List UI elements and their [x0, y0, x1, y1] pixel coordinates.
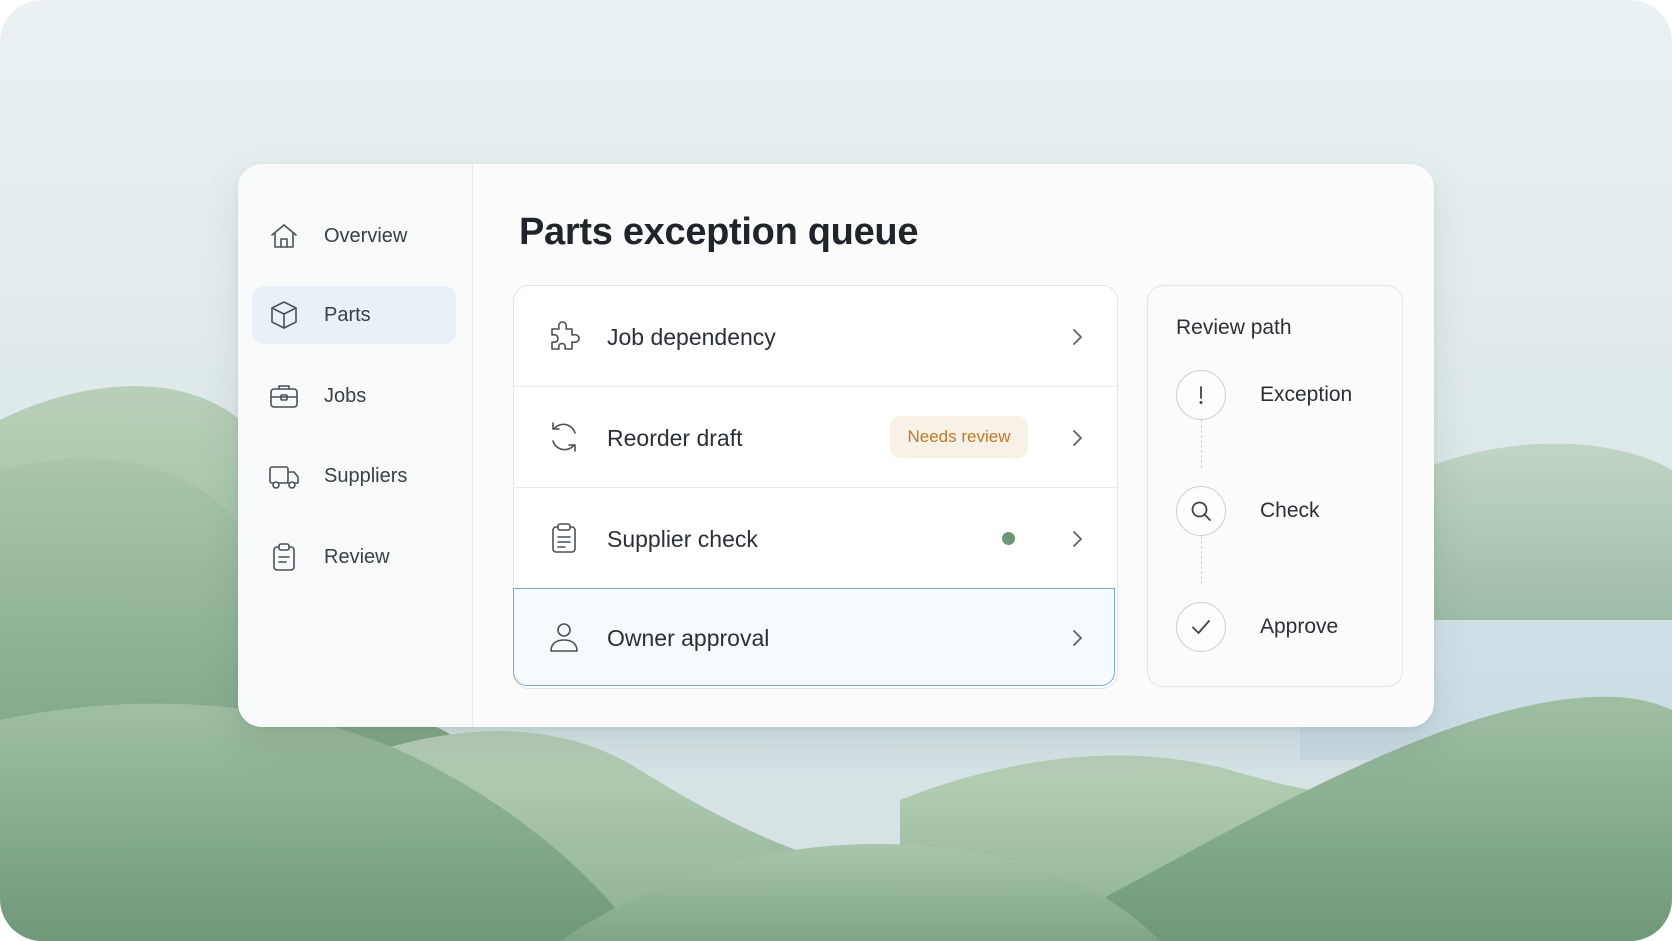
list-item-label: Reorder draft — [607, 425, 743, 451]
chevron-right-icon — [1073, 329, 1082, 345]
home-icon — [271, 224, 297, 248]
check-icon — [1192, 620, 1210, 634]
clipboard-icon — [273, 543, 295, 571]
panel-title: Review path — [1176, 316, 1292, 339]
chevron-right-icon — [1073, 630, 1082, 646]
chevron-right-icon — [1073, 430, 1082, 446]
sidebar-item-label: Suppliers — [324, 465, 408, 487]
status-badge: Needs review — [890, 416, 1028, 458]
desktop-background: Overview Parts Jobs Suppliers Review Par… — [0, 0, 1672, 941]
exclamation-icon — [1199, 386, 1203, 404]
list-item-reorder-draft[interactable]: Reorder draft Needs review — [514, 386, 1117, 487]
user-icon — [550, 623, 578, 652]
briefcase-icon — [270, 385, 298, 408]
box-icon — [271, 301, 297, 329]
list-item-label: Owner approval — [607, 625, 770, 651]
refresh-icon — [552, 422, 576, 452]
clipboard-list-icon — [552, 523, 576, 553]
step-label: Approve — [1260, 615, 1339, 638]
step-approve — [1176, 602, 1226, 652]
sidebar: Overview Parts Jobs Suppliers Review — [238, 164, 473, 727]
page-title: Parts exception queue — [519, 211, 919, 253]
chevron-right-icon — [1073, 531, 1082, 547]
step-connector — [1201, 536, 1202, 584]
sidebar-item-label: Overview — [324, 225, 408, 247]
exception-list: Job dependency Reorder draft Needs revie… — [513, 285, 1118, 689]
list-item-supplier-check[interactable]: Supplier check — [514, 487, 1117, 588]
step-label: Check — [1260, 499, 1320, 522]
sidebar-item-label: Review — [324, 546, 390, 568]
app-window: Overview Parts Jobs Suppliers Review Par… — [238, 164, 1434, 727]
step-connector — [1201, 420, 1202, 468]
step-check — [1176, 486, 1226, 536]
sidebar-item-overview[interactable]: Overview — [252, 207, 456, 265]
sidebar-item-suppliers[interactable]: Suppliers — [252, 447, 456, 505]
puzzle-icon — [551, 321, 580, 350]
status-dot — [1002, 532, 1015, 545]
list-item-job-dependency[interactable]: Job dependency — [514, 286, 1117, 386]
sidebar-item-label: Jobs — [324, 385, 367, 407]
step-label: Exception — [1260, 383, 1353, 406]
sidebar-item-review[interactable]: Review — [252, 528, 456, 586]
truck-icon — [269, 466, 299, 489]
list-item-label: Job dependency — [607, 324, 776, 350]
sidebar-item-label: Parts — [324, 304, 371, 326]
sidebar-item-parts[interactable]: Parts — [252, 286, 456, 344]
review-path-panel: Review path Exception Check Approve — [1147, 285, 1403, 687]
step-exception — [1176, 370, 1226, 420]
search-icon — [1191, 501, 1211, 521]
list-item-label: Supplier check — [607, 526, 758, 552]
list-item-owner-approval[interactable]: Owner approval — [513, 588, 1115, 686]
sidebar-item-jobs[interactable]: Jobs — [252, 367, 456, 425]
